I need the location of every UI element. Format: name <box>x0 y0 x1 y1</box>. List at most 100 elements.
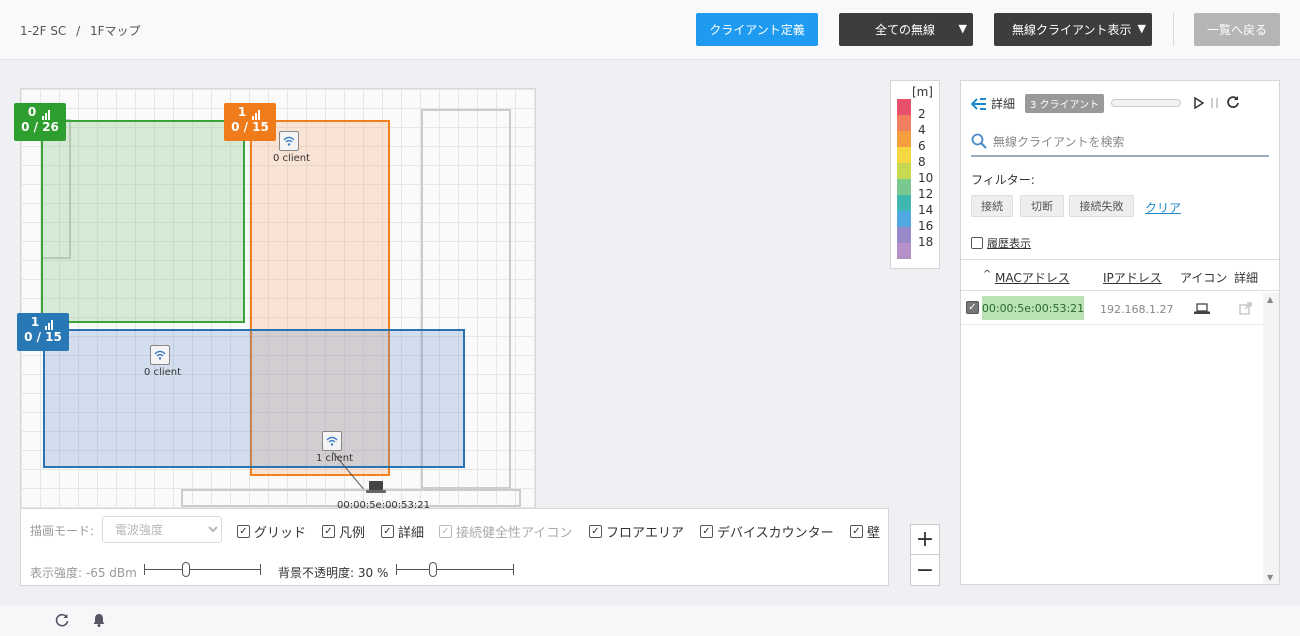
strength-label: 表示強度: -65 dBm <box>30 566 137 580</box>
checkmark-icon: ✓ <box>589 525 602 538</box>
column-icon: アイコン <box>1180 271 1228 285</box>
filter-disconnected-button[interactable]: 切断 <box>1020 195 1064 217</box>
device-counter-orange[interactable]: 1 0 / 15 <box>224 103 276 141</box>
legend-unit: [m] <box>911 85 933 99</box>
strength-slider-thumb[interactable] <box>182 562 190 577</box>
all-wireless-dropdown[interactable]: 全ての無線 ▼ <box>839 13 973 46</box>
counter-count: 1 <box>237 105 247 119</box>
back-to-list-button[interactable]: 一覧へ戻る <box>1194 13 1280 46</box>
refresh-icon[interactable] <box>1226 95 1240 109</box>
client-count-badge: 3 クライアント <box>1025 94 1105 113</box>
counter-ratio: 0 / 15 <box>231 120 269 134</box>
strength-slider[interactable] <box>144 562 261 577</box>
laptop-icon <box>1194 303 1210 314</box>
checkmark-icon: ✓ <box>700 525 713 538</box>
detail-checkbox[interactable]: ✓ 詳細 <box>381 522 424 541</box>
legend-swatch <box>897 99 911 115</box>
ap-client-count: 0 client <box>273 153 311 164</box>
scroll-down-icon[interactable]: ▼ <box>1267 573 1273 582</box>
legend-label: 8 <box>918 155 926 169</box>
column-detail: 詳細 <box>1234 271 1259 285</box>
reload-icon[interactable] <box>54 612 70 628</box>
device-counter-green[interactable]: 0 0 / 26 <box>14 103 66 141</box>
checkmark-icon: ✓ <box>322 525 335 538</box>
legend-label: 凡例 <box>339 526 366 541</box>
grid-checkbox[interactable]: ✓ グリッド <box>237 522 306 541</box>
wireless-client-display-dropdown[interactable]: 無線クライアント表示 ▼ <box>994 13 1152 46</box>
client-definition-button[interactable]: クライアント定義 <box>696 13 818 46</box>
search-placeholder: 無線クライアントを検索 <box>993 134 1125 149</box>
signal-bars-icon <box>44 316 55 330</box>
search-icon <box>971 133 987 149</box>
play-icon[interactable] <box>1194 97 1204 109</box>
legend-label: 12 <box>918 187 934 201</box>
legend-swatch <box>897 163 911 179</box>
breadcrumb-separator: / <box>76 24 81 38</box>
opacity-slider-thumb[interactable] <box>429 562 437 577</box>
external-link-icon[interactable] <box>1239 302 1252 315</box>
floor-map-area[interactable]: 0 0 / 26 1 0 / 15 1 0 / 15 0 client 0 cl… <box>0 60 950 606</box>
playback-progress-bar[interactable] <box>1111 99 1181 107</box>
breadcrumb-item-site[interactable]: 1-2F SC <box>20 24 66 38</box>
legend-label: 10 <box>918 171 934 185</box>
column-ip[interactable]: IPアドレス <box>1103 269 1162 286</box>
collapse-panel-icon[interactable] <box>971 97 987 110</box>
draw-mode-label: 描画モード: <box>30 524 95 538</box>
signal-bars-icon <box>251 106 262 120</box>
access-point-icon[interactable] <box>322 431 342 451</box>
client-search-input[interactable]: 無線クライアントを検索 <box>971 127 1269 157</box>
wall-checkbox[interactable]: ✓ 壁 <box>850 522 880 541</box>
client-definition-label: クライアント定義 <box>709 23 805 37</box>
legend-swatch <box>897 179 911 195</box>
caret-down-icon: ▼ <box>1137 22 1146 35</box>
opacity-slider[interactable] <box>396 562 514 577</box>
column-mac[interactable]: MACアドレス <box>995 269 1070 286</box>
floor-area-blue[interactable] <box>43 329 465 468</box>
filter-connected-button[interactable]: 接続 <box>971 195 1013 217</box>
filter-label: フィルター: <box>971 173 1035 187</box>
bell-icon[interactable] <box>91 612 107 628</box>
clear-filter-link[interactable]: クリア <box>1145 199 1181 216</box>
table-row[interactable]: ✓ 00:00:5e:00:53:21 192.168.1.27 <box>961 293 1263 325</box>
checkmark-icon: ✓ <box>850 525 863 538</box>
health-icon-label: 接続健全性アイコン <box>456 526 573 541</box>
legend-swatch <box>897 243 911 259</box>
client-mac-cell: 00:00:5e:00:53:21 <box>982 296 1084 320</box>
table-scrollbar[interactable]: ▲ ▼ <box>1263 293 1279 584</box>
zoom-out-button[interactable]: − <box>911 555 939 585</box>
checkmark-icon: ✓ <box>381 525 394 538</box>
zoom-controls: + − <box>910 524 940 586</box>
legend-label: 18 <box>918 235 934 249</box>
device-counter-blue[interactable]: 1 0 / 15 <box>17 313 69 351</box>
legend-label: 16 <box>918 219 934 233</box>
legend-swatch <box>897 115 911 131</box>
wall-label: 壁 <box>867 526 881 541</box>
history-checkbox[interactable]: 履歴表示 <box>971 235 1031 251</box>
device-counter-checkbox[interactable]: ✓ デバイスカウンター <box>700 522 834 541</box>
top-bar: 1-2F SC / 1Fマップ クライアント定義 全ての無線 ▼ 無線クライアン… <box>0 0 1300 60</box>
legend-checkbox[interactable]: ✓ 凡例 <box>322 522 365 541</box>
checkmark-icon: ✓ <box>237 525 250 538</box>
panel-title: 詳細 <box>991 97 1016 111</box>
draw-mode-select[interactable]: 電波強度 <box>102 516 222 543</box>
filter-failed-button[interactable]: 接続失敗 <box>1069 195 1134 217</box>
signal-bars-icon <box>41 106 52 120</box>
distance-legend: [m] 2 4 6 8 10 12 14 16 18 <box>890 80 940 269</box>
floor-area-green[interactable] <box>41 120 245 323</box>
ap-client-count: 0 client <box>144 367 182 378</box>
detail-label: 詳細 <box>398 526 425 541</box>
zoom-in-button[interactable]: + <box>911 525 939 555</box>
counter-ratio: 0 / 15 <box>24 330 62 344</box>
scroll-up-icon[interactable]: ▲ <box>1267 295 1273 304</box>
client-ip-cell: 192.168.1.27 <box>1100 303 1174 316</box>
access-point-icon[interactable] <box>279 131 299 151</box>
row-checkbox[interactable]: ✓ <box>966 301 979 314</box>
access-point-icon[interactable] <box>150 345 170 365</box>
checkbox-box <box>971 237 983 249</box>
health-icon-checkbox: ✓ 接続健全性アイコン <box>439 522 572 541</box>
breadcrumb-item-map: 1Fマップ <box>90 24 141 38</box>
legend-swatch <box>897 147 911 163</box>
laptop-icon[interactable] <box>366 480 386 497</box>
legend-label: 4 <box>918 123 926 137</box>
floor-area-checkbox[interactable]: ✓ フロアエリア <box>589 522 684 541</box>
